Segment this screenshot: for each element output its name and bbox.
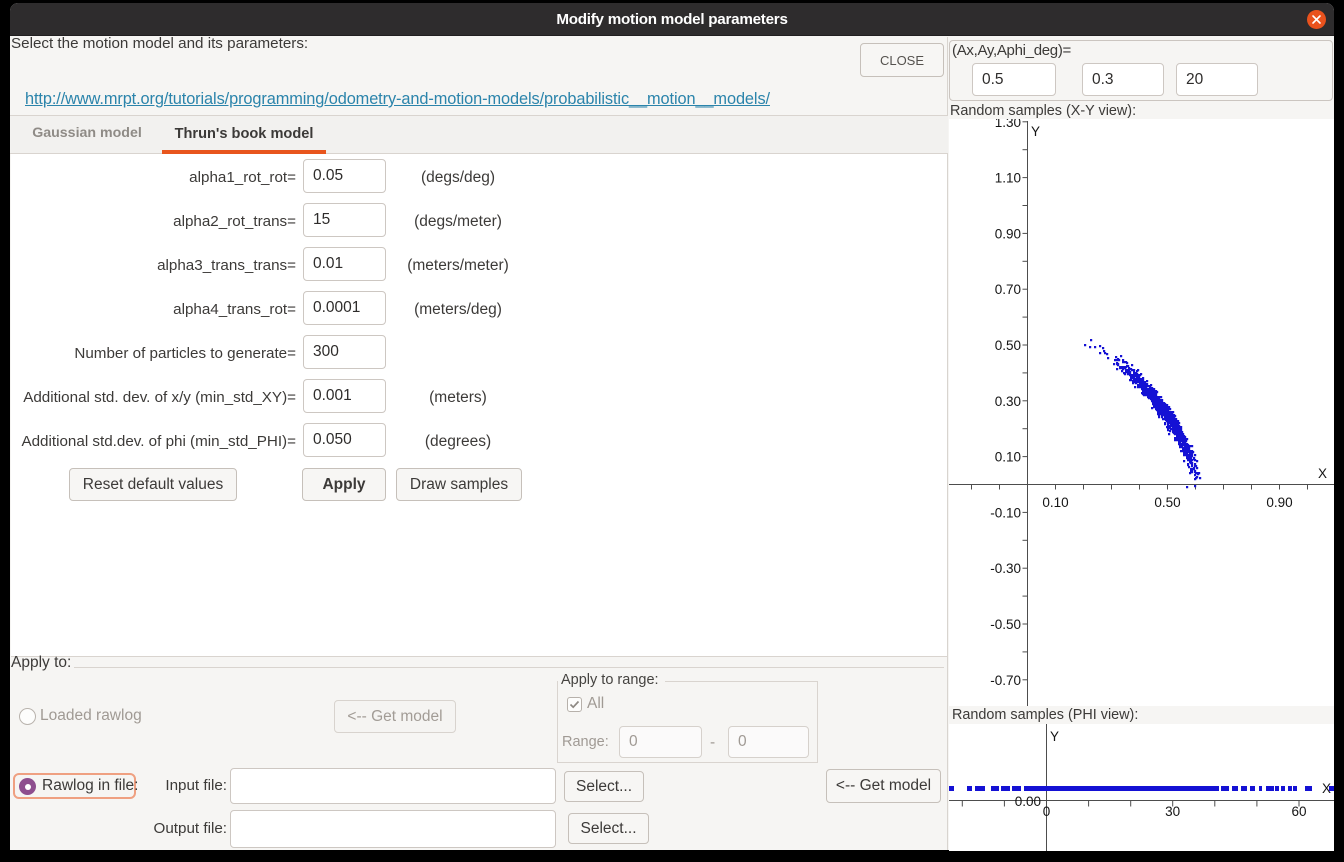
svg-text:60: 60 [1291,804,1306,819]
svg-text:X: X [1318,466,1327,481]
svg-text:0.10: 0.10 [995,450,1021,465]
svg-text:0.70: 0.70 [995,282,1021,297]
svg-text:Y: Y [1031,124,1040,139]
svg-text:-0.50: -0.50 [990,617,1021,632]
svg-text:30: 30 [1165,804,1180,819]
svg-text:0.90: 0.90 [1266,495,1292,510]
svg-text:0: 0 [1043,804,1051,819]
svg-text:-0.10: -0.10 [990,505,1021,520]
svg-text:0.00: 0.00 [1015,794,1041,809]
svg-text:1.30: 1.30 [995,119,1021,130]
svg-text:1.10: 1.10 [995,171,1021,186]
svg-text:0.50: 0.50 [1154,495,1180,510]
svg-text:Y: Y [1050,729,1059,744]
svg-text:0.10: 0.10 [1042,495,1068,510]
svg-text:0.30: 0.30 [995,394,1021,409]
svg-text:-0.70: -0.70 [990,673,1021,688]
svg-text:-0.30: -0.30 [990,561,1021,576]
svg-text:0.90: 0.90 [995,226,1021,241]
svg-text:0.50: 0.50 [995,338,1021,353]
